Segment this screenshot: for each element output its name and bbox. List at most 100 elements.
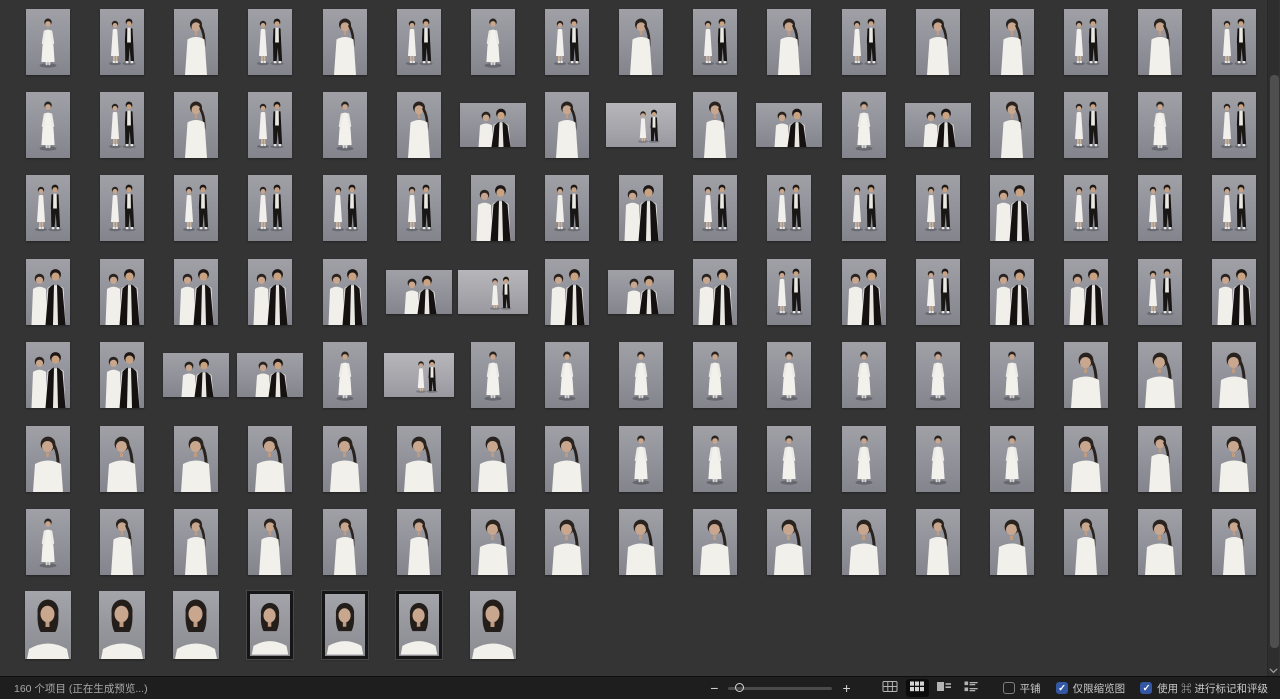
photo-thumbnail[interactable] bbox=[1064, 9, 1108, 75]
photo-thumbnail[interactable] bbox=[163, 353, 229, 397]
photo-thumbnail[interactable] bbox=[323, 426, 367, 492]
photo-thumbnail[interactable] bbox=[606, 103, 676, 147]
photo-thumbnail[interactable] bbox=[471, 509, 515, 575]
photo-thumbnail[interactable] bbox=[26, 9, 70, 75]
photo-thumbnail[interactable] bbox=[174, 175, 218, 241]
photo-thumbnail[interactable] bbox=[173, 591, 219, 659]
photo-thumbnail[interactable] bbox=[842, 426, 886, 492]
tile-checkbox[interactable] bbox=[1003, 682, 1015, 694]
photo-thumbnail[interactable] bbox=[842, 175, 886, 241]
photo-thumbnail[interactable] bbox=[100, 175, 144, 241]
photo-thumbnail[interactable] bbox=[693, 426, 737, 492]
photo-thumbnail[interactable] bbox=[1138, 9, 1182, 75]
photo-thumbnail[interactable] bbox=[397, 509, 441, 575]
photo-thumbnail[interactable] bbox=[1138, 342, 1182, 408]
thumbnails-only-checkbox[interactable] bbox=[1056, 682, 1068, 694]
photo-thumbnail[interactable] bbox=[1138, 426, 1182, 492]
photo-thumbnail[interactable] bbox=[916, 9, 960, 75]
thumbnail-size-slider[interactable] bbox=[728, 687, 832, 690]
scroll-down-chevron-icon[interactable] bbox=[1268, 668, 1279, 674]
photo-thumbnail[interactable] bbox=[990, 509, 1034, 575]
photo-thumbnail[interactable] bbox=[1138, 175, 1182, 241]
photo-thumbnail[interactable] bbox=[1138, 259, 1182, 325]
photo-thumbnail[interactable] bbox=[756, 103, 822, 147]
photo-thumbnail[interactable] bbox=[990, 342, 1034, 408]
photo-thumbnail[interactable] bbox=[842, 259, 886, 325]
photo-thumbnail[interactable] bbox=[471, 426, 515, 492]
photo-thumbnail[interactable] bbox=[26, 175, 70, 241]
photo-thumbnail[interactable] bbox=[767, 259, 811, 325]
photo-thumbnail[interactable] bbox=[471, 175, 515, 241]
photo-thumbnail[interactable] bbox=[174, 509, 218, 575]
photo-thumbnail[interactable] bbox=[693, 9, 737, 75]
photo-thumbnail[interactable] bbox=[248, 175, 292, 241]
photo-thumbnail[interactable] bbox=[174, 9, 218, 75]
scrollbar-track[interactable] bbox=[1267, 0, 1279, 676]
photo-thumbnail[interactable] bbox=[1138, 92, 1182, 158]
photo-thumbnail[interactable] bbox=[916, 342, 960, 408]
photo-thumbnail[interactable] bbox=[545, 509, 589, 575]
photo-thumbnail[interactable] bbox=[323, 175, 367, 241]
photo-thumbnail[interactable] bbox=[100, 9, 144, 75]
photo-thumbnail[interactable] bbox=[460, 103, 526, 147]
photo-thumbnail[interactable] bbox=[545, 9, 589, 75]
photo-thumbnail[interactable] bbox=[916, 426, 960, 492]
photo-thumbnail[interactable] bbox=[397, 92, 441, 158]
photo-thumbnail[interactable] bbox=[386, 270, 452, 314]
photo-thumbnail[interactable] bbox=[100, 426, 144, 492]
photo-thumbnail[interactable] bbox=[619, 342, 663, 408]
photo-thumbnail[interactable] bbox=[545, 175, 589, 241]
photo-thumbnail[interactable] bbox=[26, 342, 70, 408]
photo-thumbnail[interactable] bbox=[767, 342, 811, 408]
photo-thumbnail[interactable] bbox=[397, 175, 441, 241]
photo-thumbnail[interactable] bbox=[100, 259, 144, 325]
photo-thumbnail[interactable] bbox=[767, 175, 811, 241]
photo-thumbnail[interactable] bbox=[916, 259, 960, 325]
photo-thumbnail[interactable] bbox=[619, 426, 663, 492]
photo-thumbnail[interactable] bbox=[100, 92, 144, 158]
photo-thumbnail[interactable] bbox=[1212, 509, 1256, 575]
photo-thumbnail[interactable] bbox=[323, 92, 367, 158]
photo-thumbnail[interactable] bbox=[99, 591, 145, 659]
photo-thumbnail[interactable] bbox=[100, 342, 144, 408]
photo-thumbnail[interactable] bbox=[619, 175, 663, 241]
photo-thumbnail[interactable] bbox=[26, 92, 70, 158]
photo-thumbnail[interactable] bbox=[693, 175, 737, 241]
photo-thumbnail[interactable] bbox=[767, 9, 811, 75]
photo-thumbnail[interactable] bbox=[693, 509, 737, 575]
photo-thumbnail[interactable] bbox=[248, 92, 292, 158]
view-mode-content-detail-button[interactable] bbox=[933, 679, 956, 697]
view-mode-grid-thumbnails-button[interactable] bbox=[906, 679, 929, 697]
photo-thumbnail[interactable] bbox=[1212, 92, 1256, 158]
photo-thumbnail[interactable] bbox=[693, 342, 737, 408]
photo-thumbnail[interactable] bbox=[905, 103, 971, 147]
photo-thumbnail[interactable] bbox=[26, 259, 70, 325]
photo-thumbnail[interactable] bbox=[174, 92, 218, 158]
photo-thumbnail[interactable] bbox=[990, 92, 1034, 158]
photo-thumbnail[interactable] bbox=[323, 9, 367, 75]
photo-thumbnail[interactable] bbox=[693, 92, 737, 158]
photo-thumbnail[interactable] bbox=[619, 509, 663, 575]
photo-thumbnail[interactable] bbox=[1212, 9, 1256, 75]
photo-thumbnail[interactable] bbox=[1064, 259, 1108, 325]
photo-thumbnail[interactable] bbox=[248, 9, 292, 75]
photo-thumbnail[interactable] bbox=[25, 591, 71, 659]
photo-thumbnail[interactable] bbox=[608, 270, 674, 314]
photo-thumbnail[interactable] bbox=[545, 259, 589, 325]
photo-thumbnail[interactable] bbox=[397, 426, 441, 492]
photo-thumbnail[interactable] bbox=[323, 342, 367, 408]
photo-thumbnail[interactable] bbox=[470, 591, 516, 659]
photo-thumbnail[interactable] bbox=[1138, 509, 1182, 575]
photo-thumbnail[interactable] bbox=[842, 509, 886, 575]
photo-thumbnail[interactable] bbox=[237, 353, 303, 397]
photo-thumbnail[interactable] bbox=[1212, 342, 1256, 408]
photo-thumbnail[interactable] bbox=[471, 342, 515, 408]
photo-thumbnail[interactable] bbox=[545, 426, 589, 492]
photo-thumbnail[interactable] bbox=[545, 92, 589, 158]
photo-thumbnail[interactable] bbox=[990, 259, 1034, 325]
photo-thumbnail[interactable] bbox=[323, 509, 367, 575]
photo-thumbnail[interactable] bbox=[323, 259, 367, 325]
photo-thumbnail[interactable] bbox=[1064, 509, 1108, 575]
photo-thumbnail[interactable] bbox=[545, 342, 589, 408]
zoom-in-button[interactable]: + bbox=[840, 681, 852, 695]
